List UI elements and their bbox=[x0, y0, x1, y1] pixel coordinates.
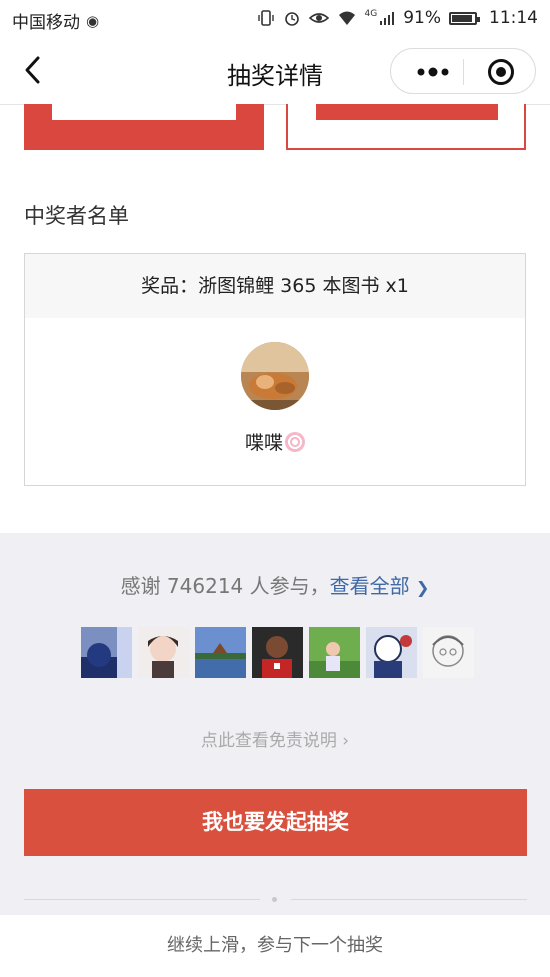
status-left: 中国移动 ◉ bbox=[12, 8, 100, 34]
mini-program-capsule bbox=[390, 48, 536, 94]
chevron-right-icon: ❯ bbox=[416, 578, 430, 597]
separator-dot bbox=[272, 897, 277, 902]
fish-cake-emoji-icon bbox=[285, 432, 305, 452]
start-lottery-button[interactable]: 我也要发起抽奖 bbox=[24, 789, 527, 856]
participation-summary: 感谢 746214 人参与，查看全部 ❯ bbox=[0, 570, 550, 599]
disclaimer-link[interactable]: 点此查看免责说明 › bbox=[0, 726, 550, 751]
eye-icon bbox=[308, 13, 329, 23]
thanks-text: 感谢 746214 人参与， bbox=[120, 574, 330, 598]
status-bar: 中国移动 ◉ 4G 91% 11:14 bbox=[0, 0, 550, 36]
top-button-right[interactable] bbox=[286, 104, 526, 150]
battery-fill bbox=[452, 14, 472, 22]
battery-percent: 91% bbox=[403, 8, 441, 28]
separator-right bbox=[291, 899, 527, 900]
next-lottery-hint[interactable]: 继续上滑，参与下一个抽奖 bbox=[0, 915, 550, 977]
participant-avatars bbox=[81, 627, 474, 678]
winner-avatar-image bbox=[241, 342, 309, 410]
winner-name: 喋喋 bbox=[25, 428, 525, 455]
clock: 11:14 bbox=[489, 8, 538, 28]
top-button-left-label bbox=[52, 104, 236, 120]
battery-icon bbox=[449, 11, 480, 25]
participant-avatar-7[interactable] bbox=[423, 627, 474, 678]
participant-avatar-6[interactable] bbox=[366, 627, 417, 678]
alarm-icon bbox=[284, 12, 299, 26]
network-type-label: 4G bbox=[364, 9, 378, 19]
capsule-divider bbox=[463, 59, 464, 85]
view-all-label: 查看全部 bbox=[329, 574, 410, 598]
carrier-label: 中国移动 bbox=[12, 13, 80, 33]
winner-name-text: 喋喋 bbox=[244, 432, 283, 454]
carrier-logo-icon: ◉ bbox=[86, 11, 100, 30]
participant-avatar-3[interactable] bbox=[195, 627, 246, 678]
prize-row: 奖品：浙图锦鲤 365 本图书 x1 bbox=[25, 254, 525, 318]
participant-avatar-5[interactable] bbox=[309, 627, 360, 678]
participant-avatar-4[interactable] bbox=[252, 627, 303, 678]
vibrate-icon bbox=[257, 10, 274, 26]
participant-avatar-1[interactable] bbox=[81, 627, 132, 678]
more-dots-icon[interactable] bbox=[413, 62, 453, 82]
nav-bar: 抽奖详情 bbox=[0, 36, 550, 105]
winner-avatar[interactable] bbox=[241, 342, 309, 410]
winners-section-title: 中奖者名单 bbox=[24, 204, 129, 228]
top-button-left[interactable] bbox=[24, 104, 264, 150]
participation-section: 感谢 746214 人参与，查看全部 ❯ 点此查看免责说明 › 我也要发起抽奖 bbox=[0, 533, 550, 977]
target-circle-icon[interactable] bbox=[487, 58, 515, 86]
participant-avatar-2[interactable] bbox=[138, 627, 189, 678]
view-all-link[interactable]: 查看全部 ❯ bbox=[330, 574, 430, 598]
signal-icon bbox=[380, 12, 395, 25]
separator-left bbox=[24, 899, 260, 900]
status-right: 4G 91% 11:14 bbox=[257, 8, 538, 28]
winners-card: 奖品：浙图锦鲤 365 本图书 x1 喋喋 bbox=[24, 253, 526, 486]
wifi-icon bbox=[338, 11, 355, 25]
top-button-right-label bbox=[316, 104, 498, 120]
